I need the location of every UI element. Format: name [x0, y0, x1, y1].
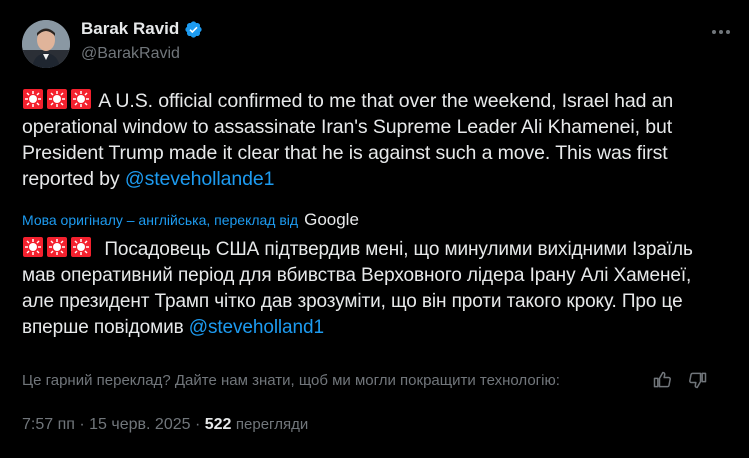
thumbs-up-icon [653, 371, 671, 388]
siren-icon [23, 237, 43, 257]
siren-icon [47, 89, 67, 109]
siren-icon [71, 237, 91, 257]
thumbs-down-button[interactable] [685, 368, 711, 392]
translated-text: Посадовець США підтвердив мені, що минул… [22, 236, 727, 341]
translated-mention-link[interactable]: @steveholland1 [189, 317, 324, 338]
avatar[interactable] [22, 20, 70, 68]
mention-link[interactable]: @stevehollande1 [125, 168, 275, 190]
translation-feedback-prompt: Це гарний переклад? Дайте нам знати, щоб… [22, 372, 560, 389]
profile-photo-icon [22, 20, 70, 68]
tweet-body: A U.S. official confirmed to me that ove… [22, 90, 674, 190]
translation-notice[interactable]: Мова оригіналу – англійська, переклад ві… [22, 210, 359, 230]
siren-emoji-group [22, 237, 99, 260]
views-count: 522 [204, 416, 232, 433]
google-logo: Google [304, 210, 359, 229]
verified-badge-icon [185, 20, 202, 38]
author-handle[interactable]: @BarakRavid [81, 45, 180, 63]
more-options-button[interactable] [711, 22, 731, 42]
tweet-meta: 7:57 пп · 15 черв. 2025 · 522 перегляди [22, 416, 308, 434]
translated-body: Посадовець США підтвердив мені, що минул… [22, 239, 693, 338]
ellipsis-icon [712, 30, 730, 34]
siren-icon [71, 89, 91, 109]
meta-separator: · [194, 416, 201, 433]
tweet-text: A U.S. official confirmed to me that ove… [22, 88, 722, 192]
siren-emoji-group [22, 89, 98, 112]
tweet-date[interactable]: 15 черв. 2025 [89, 416, 190, 433]
author-name-row[interactable]: Barak Ravid [81, 19, 203, 39]
translation-notice-text[interactable]: Мова оригіналу – англійська, переклад ві… [22, 212, 298, 228]
views-label: перегляди [235, 416, 309, 433]
siren-icon [47, 237, 67, 257]
tweet-time[interactable]: 7:57 пп [22, 416, 75, 433]
author-name[interactable]: Barak Ravid [81, 19, 179, 39]
siren-icon [23, 89, 43, 109]
thumbs-down-icon [689, 372, 707, 389]
meta-separator: · [79, 416, 85, 433]
thumbs-up-button[interactable] [649, 368, 675, 392]
